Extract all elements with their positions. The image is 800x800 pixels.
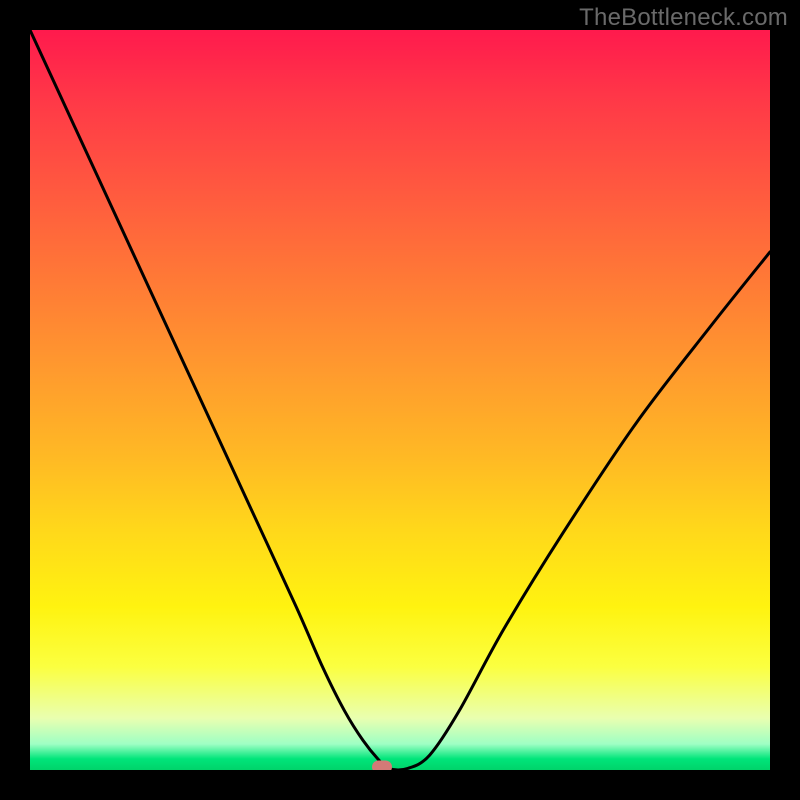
plot-area xyxy=(30,30,770,770)
chart-frame: TheBottleneck.com xyxy=(0,0,800,800)
minimum-marker xyxy=(372,761,392,770)
bottleneck-curve xyxy=(30,30,770,770)
watermark-text: TheBottleneck.com xyxy=(579,4,788,32)
